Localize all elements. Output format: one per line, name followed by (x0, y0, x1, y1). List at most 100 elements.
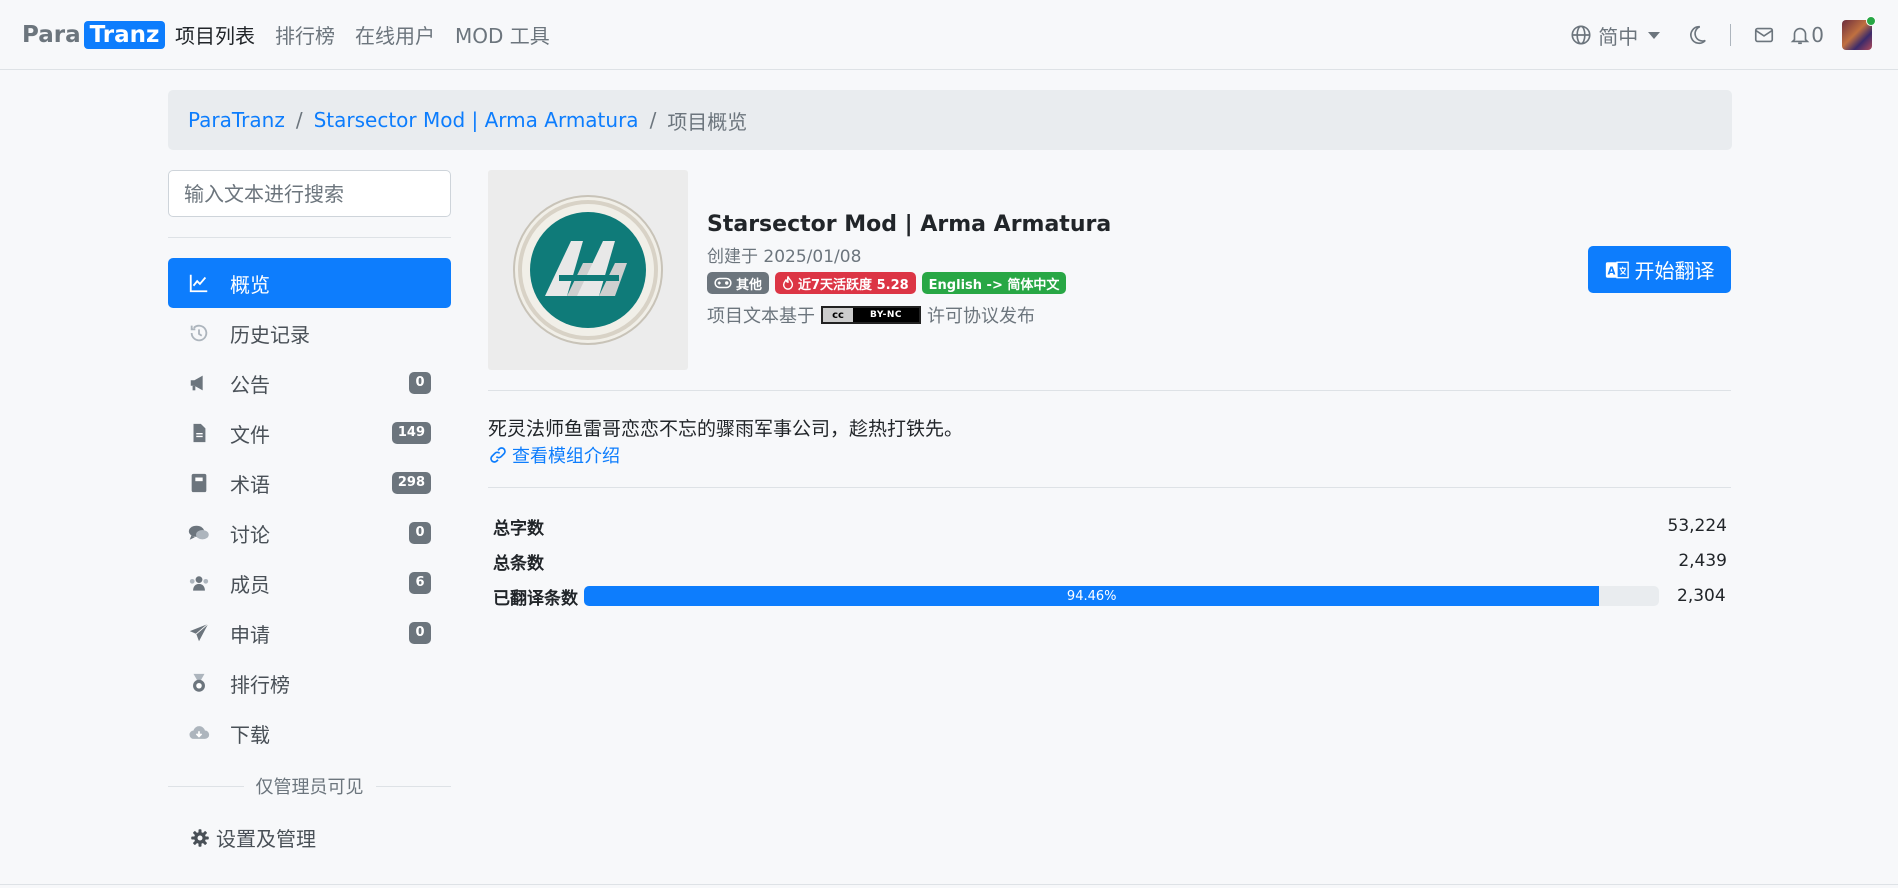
language-dropdown[interactable]: 简中 (1570, 21, 1661, 50)
stat-label: 总字数 (493, 518, 544, 539)
footer-divider (0, 884, 1898, 885)
notification-count: 0 (1811, 23, 1824, 47)
category-badge: 其他 (707, 272, 770, 294)
project-title: Starsector Mod | Arma Armatura (707, 212, 1112, 237)
section-divider (488, 487, 1731, 488)
paper-plane-icon (188, 622, 210, 644)
fire-icon (782, 276, 794, 290)
navbar-divider (1730, 24, 1732, 46)
history-icon (188, 322, 210, 344)
main-nav: 项目列表 排行榜 在线用户 MOD 工具 (175, 20, 550, 49)
start-translate-button[interactable]: A 开始翻译 (1588, 246, 1731, 293)
admin-only-label: 仅管理员可见 (255, 777, 364, 798)
notifications[interactable]: 0 (1789, 23, 1824, 47)
settings-link[interactable]: 设置及管理 (190, 823, 316, 852)
brand-tranz: Tranz (83, 21, 166, 49)
cc-badge-right: BY-NC (853, 308, 919, 322)
license-line: 项目文本基于 cc BY-NC 许可协议发布 (707, 302, 1035, 328)
category-label: 其他 (736, 277, 763, 293)
stat-label: 总条数 (493, 553, 544, 574)
sidebar-item-label: 申请 (230, 622, 270, 647)
stat-value: 2,304 (1677, 586, 1726, 606)
navbar-right: 简中 0 (1570, 16, 1876, 53)
nav-leaderboard[interactable]: 排行榜 (275, 20, 335, 49)
online-status-dot (1866, 16, 1876, 26)
sidebar-item-download[interactable]: 下载 (168, 708, 451, 758)
breadcrumb-divider: / (295, 108, 303, 132)
license-prefix: 项目文本基于 (707, 306, 815, 327)
language-pair-badge: English -> 简体中文 (921, 272, 1067, 294)
sidebar-item-members[interactable]: 成员 6 (168, 558, 451, 608)
gamepad-icon (714, 277, 732, 289)
brand-logo[interactable]: Para Tranz (22, 20, 166, 50)
sidebar-item-label: 历史记录 (230, 322, 310, 347)
language-icon: A (1605, 261, 1629, 278)
project-description: 死灵法师鱼雷哥恋恋不忘的骤雨军事公司，趁热打铁先。 (488, 418, 964, 440)
count-badge: 149 (391, 422, 431, 444)
sidebar-item-label: 下载 (230, 722, 270, 747)
stat-value: 2,439 (1678, 551, 1727, 571)
sidebar-item-files[interactable]: 文件 149 (168, 408, 451, 458)
translation-progress: 94.46% (584, 586, 1659, 606)
sidebar-item-label: 成员 (230, 572, 270, 597)
medal-icon (188, 672, 210, 694)
breadcrumb-current: 项目概览 (667, 109, 748, 134)
start-translate-label: 开始翻译 (1634, 259, 1715, 283)
users-icon (188, 572, 210, 594)
link-icon (490, 447, 506, 463)
breadcrumb-divider: / (649, 108, 657, 132)
book-icon (188, 472, 210, 494)
sidebar-item-leaderboard[interactable]: 排行榜 (168, 658, 451, 708)
brand-para: Para (22, 22, 81, 48)
sidebar-divider (168, 237, 451, 238)
search-input[interactable] (168, 170, 451, 217)
top-navbar: Para Tranz 项目列表 排行榜 在线用户 MOD 工具 简中 0 (0, 0, 1898, 70)
breadcrumb: ParaTranz / Starsector Mod | Arma Armatu… (168, 90, 1732, 150)
sidebar-item-announcements[interactable]: 公告 0 (168, 358, 451, 408)
chevron-down-icon (1648, 31, 1661, 39)
mod-intro-label: 查看模组介绍 (512, 446, 620, 467)
stat-label: 已翻译条数 (493, 588, 578, 609)
cc-badge-left: cc (823, 308, 853, 322)
sidebar-item-terms[interactable]: 术语 298 (168, 458, 451, 508)
avatar[interactable] (1842, 16, 1876, 50)
nav-online-users[interactable]: 在线用户 (355, 20, 435, 49)
svg-text:A: A (1607, 265, 1615, 277)
sidebar-item-discussions[interactable]: 讨论 0 (168, 508, 451, 558)
sidebar-item-label: 文件 (230, 422, 270, 447)
count-badge: 0 (409, 522, 431, 544)
sidebar-item-label: 术语 (230, 472, 270, 497)
mail-icon[interactable] (1753, 24, 1775, 46)
project-logo (488, 170, 688, 370)
count-badge: 0 (409, 372, 431, 394)
stat-total-entries: 总条数 2,439 (493, 546, 1727, 576)
activity-label: 近7天活跃度 5.28 (798, 277, 909, 293)
count-badge: 0 (409, 622, 431, 644)
breadcrumb-root[interactable]: ParaTranz (188, 108, 285, 132)
mod-intro-link[interactable]: 查看模组介绍 (488, 442, 620, 468)
stat-value: 53,224 (1667, 516, 1727, 536)
settings-label: 设置及管理 (216, 827, 316, 851)
stat-translated: 已翻译条数 94.46% 2,304 (493, 581, 1727, 611)
nav-project-list[interactable]: 项目列表 (175, 20, 255, 49)
cc-license-badge[interactable]: cc BY-NC (821, 306, 921, 324)
breadcrumb-project[interactable]: Starsector Mod | Arma Armatura (314, 108, 639, 132)
count-badge: 6 (409, 572, 431, 594)
sidebar-item-history[interactable]: 历史记录 (168, 308, 451, 358)
activity-badge: 近7天活跃度 5.28 (775, 272, 916, 294)
sidebar-item-label: 讨论 (230, 522, 270, 547)
stat-total-words: 总字数 53,224 (493, 511, 1727, 541)
nav-mod-tools[interactable]: MOD 工具 (455, 20, 550, 49)
sidebar-item-overview[interactable]: 概览 (168, 258, 451, 308)
sidebar-item-applications[interactable]: 申请 0 (168, 608, 451, 658)
megaphone-icon (188, 372, 210, 394)
project-logo-image (513, 195, 663, 345)
count-badge: 298 (391, 472, 431, 494)
divider-line (168, 785, 244, 787)
created-date: 创建于 2025/01/08 (707, 247, 862, 267)
license-suffix: 许可协议发布 (927, 306, 1035, 327)
moon-icon[interactable] (1686, 24, 1708, 46)
sidebar-item-label: 概览 (230, 272, 270, 297)
sidebar-nav: 概览 历史记录 公告 0 文件 149 术语 298 讨论 0 成员 6 申请 … (168, 258, 451, 758)
comments-icon (188, 522, 210, 544)
